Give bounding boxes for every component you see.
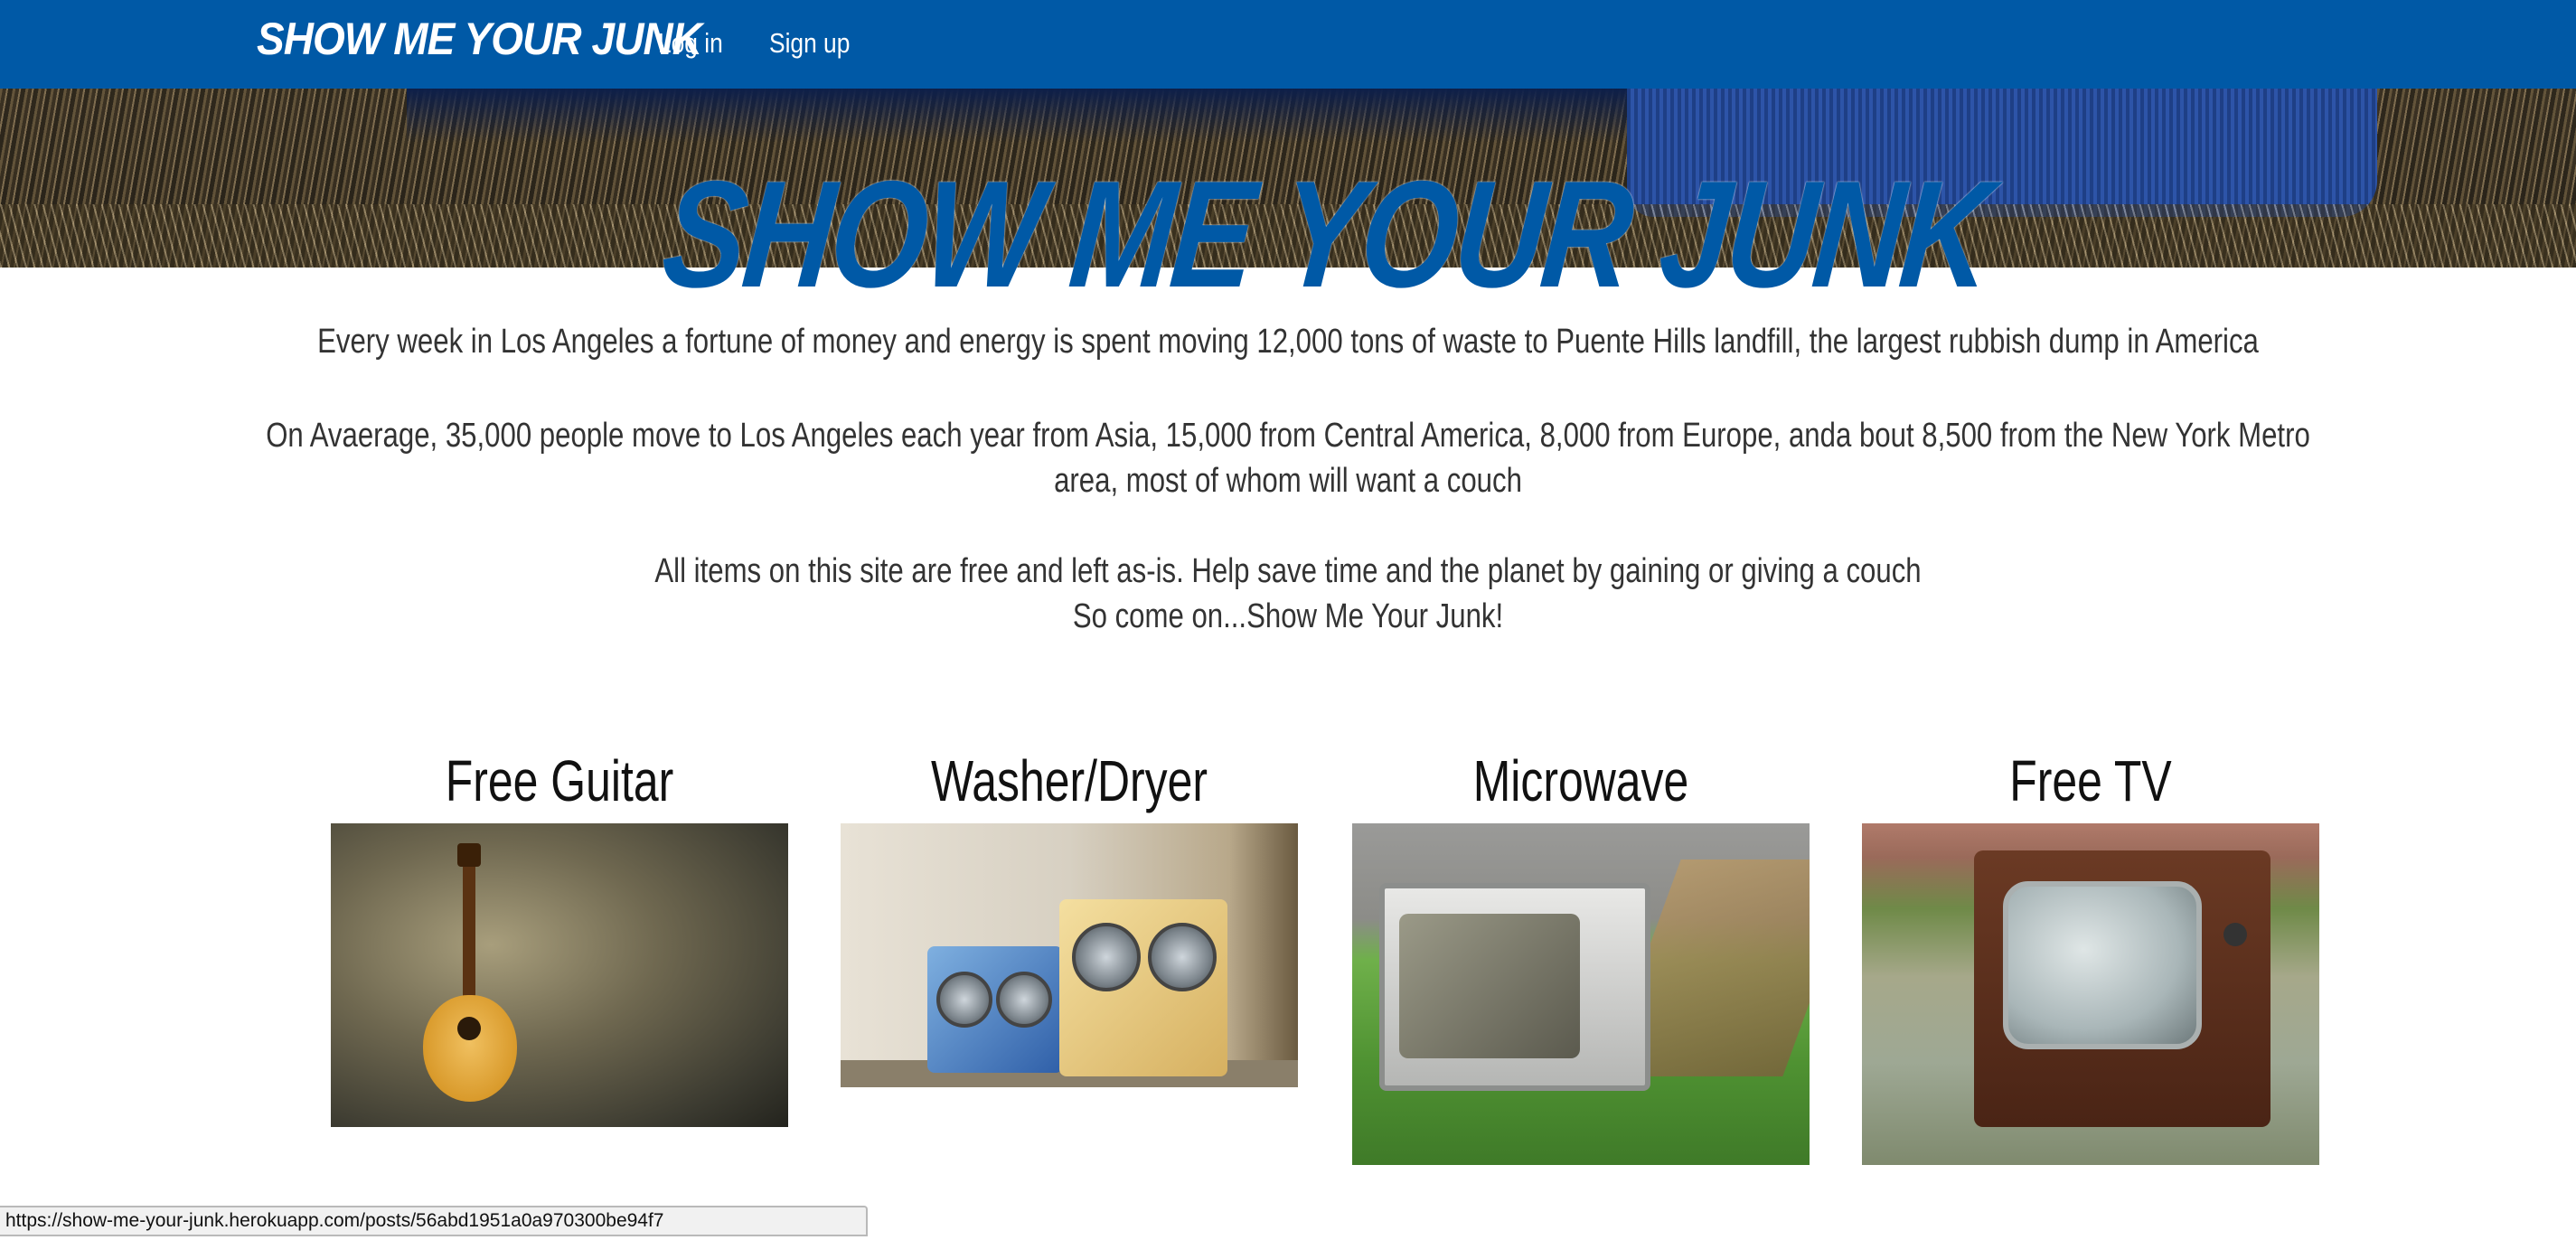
- brand-logo-link[interactable]: SHOW ME YOUR JUNK: [257, 13, 702, 65]
- post-card-washer-dryer[interactable]: Washer/Dryer: [841, 747, 1298, 1087]
- navbar: SHOW ME YOUR JUNK Log in Sign up: [0, 0, 2576, 89]
- dryer-machine: [1059, 899, 1227, 1076]
- post-title-link[interactable]: Washer/Dryer: [891, 747, 1248, 820]
- intro-paragraph-1: Every week in Los Angeles a fortune of m…: [317, 323, 2259, 361]
- intro-paragraph-3-line-1: All items on this site are free and left…: [654, 552, 1922, 590]
- intro-paragraph-2-line-1: On Avaerage, 35,000 people move to Los A…: [266, 417, 2310, 455]
- microwave-window: [1399, 914, 1580, 1058]
- signup-link[interactable]: Sign up: [769, 27, 850, 60]
- link-hover-status-bar: https://show-me-your-junk.herokuapp.com/…: [0, 1206, 868, 1236]
- hero-shadow: [407, 89, 1627, 143]
- washer-dryer-photo[interactable]: [841, 823, 1298, 1087]
- guitar-neck: [463, 854, 475, 1008]
- guitar-body: [423, 995, 517, 1102]
- dryer-port: [1148, 923, 1217, 991]
- login-link[interactable]: Log in: [658, 27, 723, 60]
- post-title-link[interactable]: Free TV: [1913, 747, 2270, 820]
- washer-port: [936, 972, 992, 1028]
- intro-paragraph-2-line-2: area, most of whom will want a couch: [1054, 462, 1522, 500]
- guitar-photo[interactable]: [331, 823, 788, 1127]
- intro-paragraph-3-line-2: So come on...Show Me Your Junk!: [1072, 597, 1504, 635]
- hero-title: SHOW ME YOUR JUNK: [656, 149, 1996, 319]
- guitar-sound-hole: [457, 1017, 481, 1040]
- tv-knob: [2223, 923, 2247, 946]
- intro-paragraph-2: On Avaerage, 35,000 people move to Los A…: [232, 413, 2345, 503]
- intro-paragraph-3: All items on this site are free and left…: [232, 549, 2345, 639]
- post-card-tv[interactable]: Free TV: [1862, 747, 2319, 1165]
- washer-port: [996, 972, 1052, 1028]
- guitar-head: [457, 843, 481, 867]
- post-card-guitar[interactable]: Free Guitar: [331, 747, 788, 1127]
- post-title-link[interactable]: Free Guitar: [381, 747, 738, 820]
- microwave-photo[interactable]: [1352, 823, 1810, 1165]
- dryer-port: [1072, 923, 1141, 991]
- tv-photo[interactable]: [1862, 823, 2319, 1165]
- post-title-link[interactable]: Microwave: [1403, 747, 1760, 820]
- post-card-microwave[interactable]: Microwave: [1352, 747, 1810, 1165]
- tv-screen: [2003, 881, 2202, 1049]
